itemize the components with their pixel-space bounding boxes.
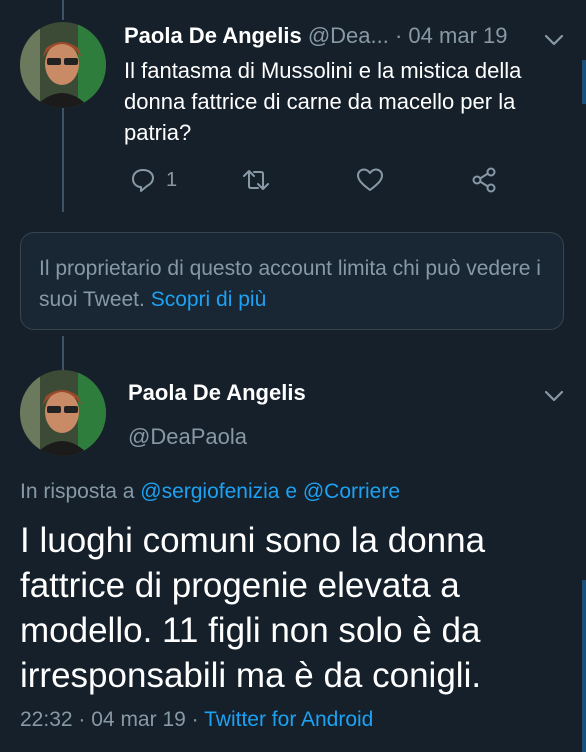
tweet-text: Il fantasma di Mussolini e la mistica de… (124, 58, 522, 145)
reply-user-link[interactable]: @Corriere (303, 480, 400, 503)
avatar-photo-icon (20, 22, 106, 108)
client-link[interactable]: Twitter for Android (204, 708, 373, 731)
tweet-date-main: 04 mar 19 (91, 708, 186, 731)
author-handle-main[interactable]: @DeaPaola (128, 424, 247, 450)
chevron-down-icon[interactable] (541, 386, 567, 406)
reply-count: 1 (166, 168, 178, 191)
tweet-time: 22:32 (20, 708, 73, 731)
like-button[interactable] (356, 163, 384, 197)
chevron-down-icon[interactable] (541, 30, 567, 50)
scroll-edge-top (582, 60, 586, 104)
header-separator: · (394, 23, 403, 48)
tweet-text-main: I luoghi comuni sono la donna fattrice d… (20, 521, 486, 695)
avatar[interactable] (20, 22, 106, 108)
retweet-icon (243, 170, 269, 190)
learn-more-link[interactable]: Scopri di più (151, 288, 267, 311)
reply-icon (132, 169, 154, 192)
reply-user-link[interactable]: @sergiofenizia (140, 480, 279, 503)
tweet-meta: 22:32 · 04 mar 19 · Twitter for Android (20, 708, 373, 732)
thread-line-middle (62, 108, 64, 212)
share-icon (472, 167, 496, 193)
avatar-main[interactable] (20, 370, 106, 456)
thread-line-bottom (62, 336, 64, 370)
restricted-account-notice: Il proprietario di questo account limita… (20, 232, 564, 330)
meta-separator: · (78, 708, 86, 731)
thread-line-top (62, 0, 64, 20)
author-name[interactable]: Paola De Angelis (124, 23, 302, 48)
author-handle[interactable]: @Dea... (308, 23, 389, 48)
tweet-date[interactable]: 04 mar 19 (408, 23, 507, 48)
retweet-button[interactable] (242, 163, 270, 197)
scroll-edge-bottom (582, 580, 586, 752)
notice-text: Il proprietario di questo account limita… (39, 257, 541, 311)
tweet-actions: 1 (124, 163, 514, 197)
author-name-main[interactable]: Paola De Angelis (128, 380, 306, 406)
reply-context: In risposta a @sergiofenizia e @Corriere (20, 480, 400, 504)
share-button[interactable] (470, 163, 498, 197)
reply-prefix: In risposta a (20, 480, 135, 503)
avatar-photo-icon (20, 370, 106, 456)
meta-separator: · (191, 708, 199, 731)
tweet-header: Paola De Angelis @Dea... · 04 mar 19 (124, 20, 544, 52)
reply-and: e (285, 480, 297, 503)
like-icon (357, 168, 383, 191)
reply-button[interactable]: 1 (130, 163, 177, 197)
